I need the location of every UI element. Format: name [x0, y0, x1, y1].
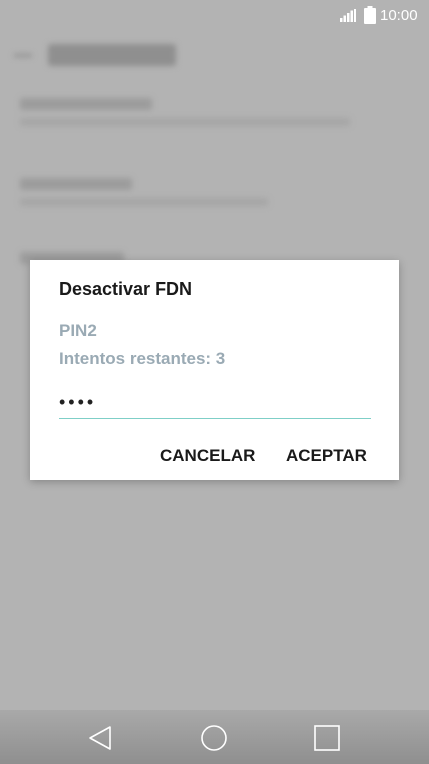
battery-icon — [364, 6, 376, 24]
remaining-attempts-label: Intentos restantes: 3 — [59, 349, 226, 368]
clock: 10:00 — [380, 7, 418, 24]
back-icon[interactable] — [86, 723, 116, 753]
dialog-title: Desactivar FDN — [59, 279, 193, 299]
accept-button[interactable]: ACEPTAR — [286, 446, 367, 466]
status-bar: 10:00 — [0, 0, 429, 30]
background-back-arrow — [14, 54, 32, 57]
background-title-placeholder — [48, 44, 176, 66]
pin2-input[interactable] — [59, 386, 371, 419]
pin2-label: PIN2 — [59, 321, 97, 340]
background-row — [20, 98, 390, 126]
navigation-bar — [0, 710, 429, 764]
background-row — [20, 178, 390, 206]
home-icon[interactable] — [199, 723, 229, 753]
disable-fdn-dialog: Desactivar FDN PIN2 Intentos restantes: … — [30, 260, 399, 480]
recents-icon[interactable] — [312, 723, 342, 753]
cancel-button[interactable]: CANCELAR — [160, 446, 255, 466]
signal-icon — [340, 9, 356, 22]
